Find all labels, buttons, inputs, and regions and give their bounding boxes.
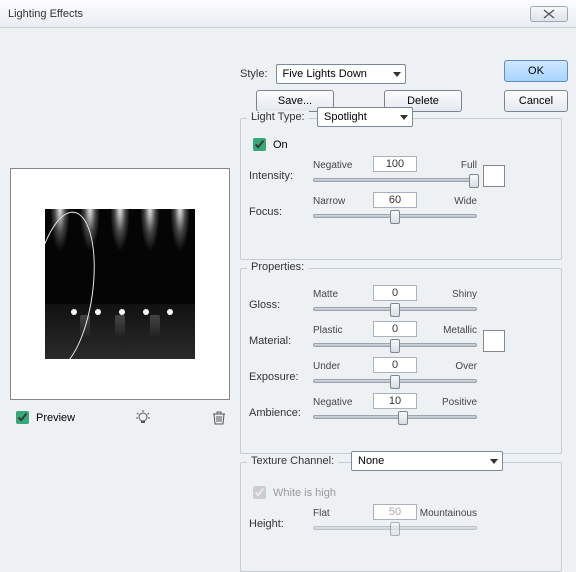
ambience-slider[interactable]: Negative 10 Positive bbox=[313, 399, 477, 427]
preview-checkbox[interactable]: Preview bbox=[12, 408, 75, 427]
style-value: Five Lights Down bbox=[283, 68, 367, 80]
white-is-high-checkbox: White is high bbox=[249, 483, 336, 502]
texture-legend: Texture Channel: bbox=[247, 455, 338, 467]
white-is-high-input bbox=[253, 486, 266, 499]
preview-image bbox=[45, 209, 195, 359]
on-label: On bbox=[273, 139, 288, 151]
lightbulb-icon[interactable] bbox=[134, 409, 152, 427]
properties-legend: Properties: bbox=[247, 261, 308, 273]
white-is-high-label: White is high bbox=[273, 487, 336, 499]
focus-slider[interactable]: Narrow 60 Wide bbox=[313, 198, 477, 226]
material-value[interactable]: 0 bbox=[373, 321, 417, 337]
window-title: Lighting Effects bbox=[8, 8, 83, 20]
light-type-group: Light Type: Spotlight On Intensity: Nega… bbox=[240, 118, 562, 260]
ok-button[interactable]: OK bbox=[504, 60, 568, 82]
preview-label: Preview bbox=[36, 412, 75, 424]
focus-label: Focus: bbox=[249, 206, 307, 218]
intensity-slider[interactable]: Negative 100 Full bbox=[313, 162, 477, 190]
material-slider[interactable]: Plastic 0 Metallic bbox=[313, 327, 477, 355]
intensity-value[interactable]: 100 bbox=[373, 156, 417, 172]
material-label: Material: bbox=[249, 335, 307, 347]
focus-value[interactable]: 60 bbox=[373, 192, 417, 208]
texture-group: Texture Channel: None White is high Heig… bbox=[240, 462, 562, 572]
light-type-legend: Light Type: bbox=[247, 111, 309, 123]
ambience-label: Ambience: bbox=[249, 407, 307, 419]
on-checkbox-input[interactable] bbox=[253, 138, 266, 151]
chevron-down-icon bbox=[490, 459, 498, 464]
exposure-value[interactable]: 0 bbox=[373, 357, 417, 373]
properties-group: Properties: Gloss: Matte 0 Shiny Materia… bbox=[240, 268, 562, 454]
intensity-label: Intensity: bbox=[249, 170, 307, 182]
window-close-button[interactable] bbox=[530, 6, 568, 22]
light-type-dropdown[interactable]: Spotlight bbox=[317, 107, 413, 127]
gloss-label: Gloss: bbox=[249, 299, 307, 311]
on-checkbox[interactable]: On bbox=[249, 135, 288, 154]
style-label: Style: bbox=[240, 68, 268, 80]
texture-channel-value: None bbox=[358, 455, 384, 467]
height-slider: Flat 50 Mountainous bbox=[313, 510, 477, 538]
preview-checkbox-input[interactable] bbox=[16, 411, 29, 424]
texture-channel-dropdown[interactable]: None bbox=[351, 451, 503, 471]
exposure-slider[interactable]: Under 0 Over bbox=[313, 363, 477, 391]
gloss-slider[interactable]: Matte 0 Shiny bbox=[313, 291, 477, 319]
gloss-value[interactable]: 0 bbox=[373, 285, 417, 301]
ambience-value[interactable]: 10 bbox=[373, 393, 417, 409]
exposure-label: Exposure: bbox=[249, 371, 307, 383]
ambient-color-swatch[interactable] bbox=[483, 330, 505, 352]
height-value: 50 bbox=[373, 504, 417, 520]
style-dropdown[interactable]: Five Lights Down bbox=[276, 64, 406, 84]
preview-frame[interactable] bbox=[10, 168, 230, 400]
titlebar: Lighting Effects bbox=[0, 0, 576, 28]
trash-icon[interactable] bbox=[210, 409, 228, 427]
height-label: Height: bbox=[249, 518, 307, 530]
chevron-down-icon bbox=[393, 72, 401, 77]
light-type-value: Spotlight bbox=[324, 111, 367, 123]
chevron-down-icon bbox=[400, 115, 408, 120]
light-color-swatch[interactable] bbox=[483, 165, 505, 187]
cancel-button[interactable]: Cancel bbox=[504, 90, 568, 112]
